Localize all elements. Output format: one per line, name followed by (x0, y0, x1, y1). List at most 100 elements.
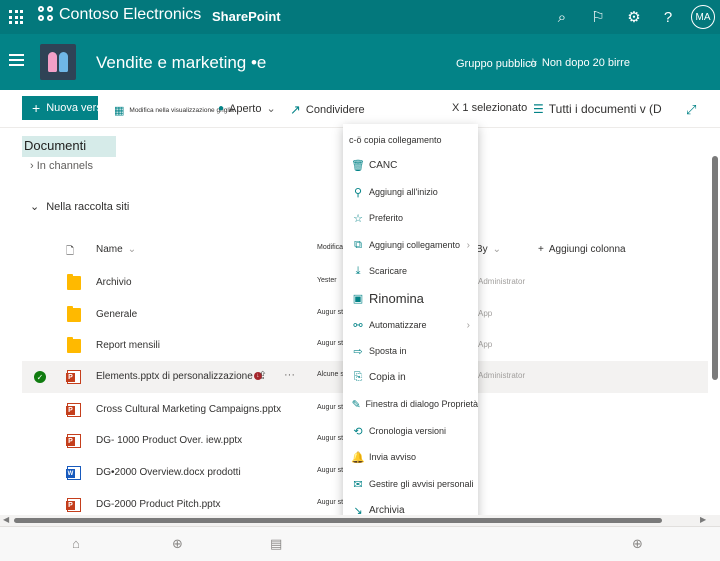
plus-icon: + (32, 100, 41, 116)
share-button[interactable]: ↗ Condividere (290, 102, 365, 118)
file-name[interactable]: DG•2000 Overview.docx prodotti (96, 467, 241, 478)
bell-icon: 🔔 (351, 451, 365, 464)
horizontal-scrollbar[interactable]: ◀ ▶ (0, 515, 720, 526)
file-name[interactable]: Report mensili (96, 340, 160, 351)
star-icon: ☆ (353, 212, 363, 225)
contoso-logo-icon (38, 6, 56, 24)
menu-item-invia-avviso[interactable]: 🔔 Invia avviso (343, 445, 478, 469)
site-title[interactable]: Vendite e marketing •e (96, 53, 266, 73)
new-button[interactable]: + Nuova versione (22, 96, 98, 120)
site-collection-group[interactable]: ⌄ Nella raccolta siti (30, 200, 129, 214)
app-name[interactable]: SharePoint (212, 9, 281, 24)
megaphone-icon[interactable]: ⚐ (586, 5, 610, 29)
selection-count[interactable]: X 1 selezionato (452, 102, 527, 114)
avatar[interactable]: MA (691, 5, 715, 29)
horizontal-scroll-thumb[interactable] (14, 518, 662, 523)
share-icon[interactable]: ⇪ (258, 369, 267, 382)
add-icon[interactable]: ⊕ (632, 536, 643, 552)
menu-item-finestra-di-dialogo-propriet[interactable]: ✎ Finestra di dialogo Proprietà (343, 392, 478, 416)
menu-item-cronologia-versioni[interactable]: ⟲ Cronologia versioni (343, 419, 478, 443)
file-modified-by: Administrator (478, 371, 526, 380)
menu-item-automatizzare[interactable]: ⚯ Automatizzare › (343, 313, 478, 337)
menu-item-c-copia-collegamento[interactable]: c-ö copia collegamento (343, 128, 478, 152)
word-file-icon (66, 466, 81, 480)
brand[interactable]: Contoso Electronics (38, 6, 201, 24)
menu-item-aggiungi-collegamento[interactable]: ⧉ Aggiungi collegamento › (343, 233, 478, 257)
menu-item-canc[interactable]: 🗑 CANC (343, 153, 478, 177)
file-name[interactable]: DG-2000 Product Pitch.pptx (96, 499, 221, 510)
menu-item-label: CANC (369, 159, 398, 171)
move-icon: ⇨ (353, 345, 363, 358)
menu-item-label: Sposta in (369, 346, 407, 356)
edit-grid-button[interactable]: ▦ Modifica nella visualizzazione griglia (114, 104, 234, 117)
pin-icon: ⚲ (353, 186, 363, 199)
file-name[interactable]: Cross Cultural Marketing Campaigns.pptx (96, 404, 281, 415)
site-logo[interactable] (40, 44, 76, 80)
chevron-down-icon: ⌄ (492, 244, 502, 255)
rename-icon: ▣ (352, 292, 364, 305)
shortcut-icon: ⧉ (354, 238, 362, 251)
menu-item-label: Finestra di dialogo Proprietà (365, 399, 478, 409)
menu-item-label: c-ö copia collegamento (349, 135, 442, 145)
menu-item-label: Aggiungi all'inizio (369, 187, 438, 197)
follow-label: Non dopo 20 birre (541, 56, 630, 69)
open-button[interactable]: ● Aperto ⌄ (218, 102, 276, 116)
file-name[interactable]: Archivio (96, 277, 132, 288)
in-channels-label: In channels (36, 160, 93, 172)
library-title: Documenti (22, 136, 117, 157)
folder-icon (67, 306, 81, 322)
file-name[interactable]: DG- 1000 Product Over. iew.pptx (96, 435, 242, 446)
name-column-header[interactable]: Name ⌄ (96, 244, 136, 255)
star-outline-icon: ☆ (528, 57, 538, 69)
grid-icon: ▦ (114, 105, 125, 117)
menu-item-aggiungi-all-inizio[interactable]: ⚲ Aggiungi all'inizio (343, 180, 478, 204)
menu-item-label: Rinomina (369, 290, 424, 306)
menu-item-preferito[interactable]: ☆ Preferito (343, 206, 478, 230)
file-name[interactable]: Generale (96, 309, 137, 320)
help-icon[interactable]: ? (656, 5, 680, 29)
news-icon[interactable]: ▤ (270, 536, 282, 552)
app-launcher-icon[interactable] (9, 10, 23, 24)
file-name-text: Report mensili (96, 340, 160, 351)
menu-item-rinomina[interactable]: ▣ Rinomina (343, 286, 478, 310)
vertical-scroll-thumb[interactable] (712, 156, 718, 380)
menu-item-scaricare[interactable]: ⤓ Scaricare (343, 259, 478, 283)
by-column-header[interactable]: By ⌄ (476, 244, 501, 255)
hamburger-menu-icon[interactable] (9, 54, 24, 66)
more-options-icon[interactable]: ··· (284, 369, 295, 381)
menu-item-copia-in[interactable]: ⎘ Copia in (343, 365, 478, 389)
chevron-down-icon: ⌄ (266, 103, 276, 115)
menu-item-label: Aggiungi collegamento (369, 240, 461, 250)
file-name-text: DG-2000 Product Pitch.pptx (96, 499, 221, 510)
alerts-icon: ✉ (353, 478, 363, 491)
in-channels-group[interactable]: › In channels (30, 160, 93, 172)
group-type: Gruppo pubblico (456, 58, 537, 70)
checkmark-icon[interactable]: ✓ (34, 371, 46, 383)
menu-item-gestire-gli-avvisi-personali[interactable]: ✉ Gestire gli avvisi personali (343, 472, 478, 496)
chevron-down-icon: ⌄ (30, 201, 40, 213)
file-name-text: Archivio (96, 277, 132, 288)
menu-item-sposta-in[interactable]: ⇨ Sposta in (343, 339, 478, 363)
view-switcher[interactable]: ☰ Tutti i documenti v (D (533, 102, 662, 116)
file-modified-by: Administrator (478, 277, 526, 286)
home-icon[interactable]: ⌂ (72, 536, 80, 551)
globe-icon[interactable]: ⊕ (172, 536, 183, 552)
file-modified: Yester (317, 277, 337, 284)
follow-button[interactable]: ☆ Non dopo 20 birre (528, 56, 630, 70)
scroll-left-icon[interactable]: ◀ (3, 515, 9, 524)
file-name-text: Cross Cultural Marketing Campaigns.pptx (96, 404, 282, 415)
file-type-header-icon[interactable]: 🗋 (66, 244, 74, 261)
search-icon[interactable]: ⌕ (550, 5, 574, 29)
powerpoint-file-icon (66, 498, 81, 512)
chevron-down-icon: ⌄ (127, 244, 137, 255)
add-column-button[interactable]: + Aggiungi colonna (538, 244, 626, 255)
menu-item-label: Cronologia versioni (369, 426, 447, 436)
vertical-scrollbar[interactable] (710, 128, 720, 518)
settings-icon[interactable]: ⚙ (622, 5, 646, 29)
trash-icon: 🗑 (351, 159, 365, 172)
file-name[interactable]: Elements.pptx di personalizzazione ↓ (96, 371, 262, 382)
bottom-app-bar: ⌂ ⊕ ▤ ⊕ (0, 526, 720, 561)
scroll-right-icon[interactable]: ▶ (700, 515, 706, 524)
menu-item-label: Archivia (369, 504, 405, 516)
expand-icon[interactable]: ⤢ (686, 102, 696, 118)
